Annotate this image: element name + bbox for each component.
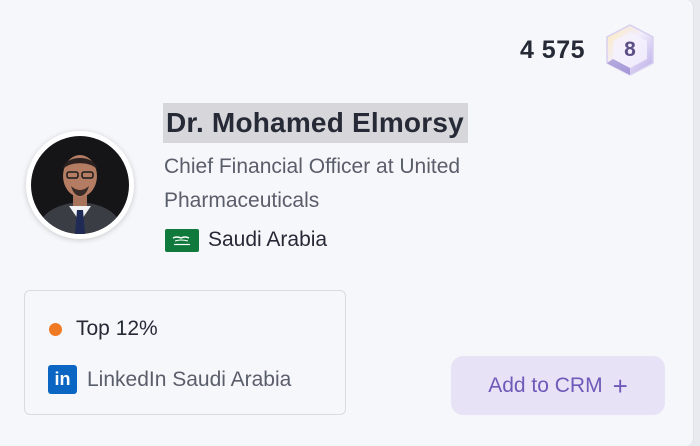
avatar[interactable] [26, 131, 134, 239]
score-value: 4 575 [519, 35, 585, 64]
profile-card: 4 575 8 Dr. Mohamed Elmorsy Chief Financ… [0, 0, 694, 446]
linkedin-icon: in [48, 365, 77, 394]
add-to-crm-button[interactable]: Add to CRM + [451, 356, 665, 415]
level-badge-icon: 8 [601, 22, 659, 78]
job-title: Chief Financial Officer at United Pharma… [164, 155, 461, 212]
add-to-crm-label: Add to CRM [488, 373, 603, 397]
stats-box: Top 12% in LinkedIn Saudi Arabia [24, 290, 346, 415]
rank-row: Top 12% [49, 317, 158, 341]
rank-label: Top 12% [76, 317, 158, 340]
score-area: 4 575 8 [520, 22, 659, 78]
level-number: 8 [624, 38, 636, 61]
saudi-arabia-flag-icon [165, 228, 199, 252]
profile-name[interactable]: Dr. Mohamed Elmorsy [163, 103, 468, 143]
plus-icon: + [612, 370, 628, 401]
person-photo-icon [31, 136, 129, 234]
country-label: Saudi Arabia [208, 228, 328, 251]
country-row: Saudi Arabia [165, 228, 327, 252]
rank-dot-icon [49, 322, 62, 336]
linkedin-link[interactable]: in LinkedIn Saudi Arabia [48, 365, 291, 394]
linkedin-label: LinkedIn Saudi Arabia [87, 367, 292, 391]
